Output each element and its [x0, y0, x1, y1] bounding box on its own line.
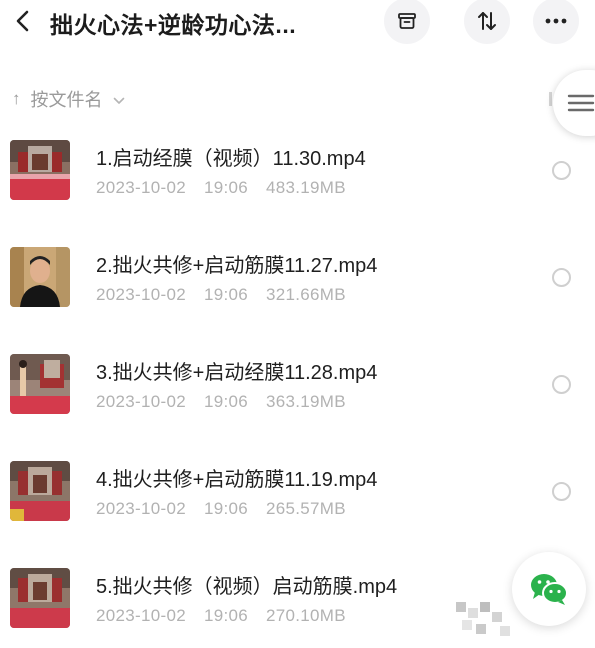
file-name: 5.拙火共修（视频）启动筋膜.mp4	[96, 576, 398, 598]
page-title: 拙火心法+逆龄功心法...	[50, 12, 297, 38]
select-radio[interactable]	[552, 268, 571, 287]
video-thumbnail	[10, 247, 70, 307]
file-time: 19:06	[203, 499, 249, 518]
scroll-indicator	[549, 92, 552, 106]
file-meta: 2023-10-02 19:06 321.66MB	[96, 285, 364, 305]
file-size: 321.66MB	[266, 285, 346, 304]
wechat-icon	[531, 574, 568, 605]
file-date: 2023-10-02	[96, 499, 186, 518]
chevron-down-icon	[113, 89, 125, 110]
more-dots-icon	[545, 18, 567, 24]
file-size: 265.57MB	[266, 499, 346, 518]
file-time: 19:06	[203, 392, 249, 411]
file-date: 2023-10-02	[96, 392, 186, 411]
sort-button[interactable]	[464, 0, 510, 44]
select-radio[interactable]	[552, 482, 571, 501]
file-name: 4.拙火共修+启动筋膜11.19.mp4	[96, 469, 378, 491]
more-button[interactable]	[533, 0, 579, 44]
file-date: 2023-10-02	[96, 285, 186, 304]
file-size: 363.19MB	[266, 392, 346, 411]
chevron-left-icon	[16, 10, 29, 32]
sort-label: 按文件名	[30, 90, 103, 110]
file-time: 19:06	[203, 285, 249, 304]
file-meta: 2023-10-02 19:06 483.19MB	[96, 178, 364, 198]
list-item[interactable]: 3.拙火共修+启动经膜11.28.mp4 2023-10-02 19:06 363.…	[0, 354, 595, 434]
file-meta: 2023-10-02 19:06 270.10MB	[96, 606, 364, 626]
file-meta: 2023-10-02 19:06 265.57MB	[96, 499, 364, 519]
file-time: 19:06	[203, 606, 249, 625]
side-menu-button[interactable]	[553, 70, 595, 136]
blurred-watermark	[456, 598, 516, 638]
list-item[interactable]: 1.启动经膜（视频）11.30.mp4 2023-10-02 19:06 483.1…	[0, 140, 595, 220]
archive-button[interactable]	[384, 0, 430, 44]
top-bar: 拙火心法+逆龄功心法...	[0, 0, 595, 46]
wechat-share-button[interactable]	[512, 552, 586, 626]
file-size: 270.10MB	[266, 606, 346, 625]
file-name: 2.拙火共修+启动筋膜11.27.mp4	[96, 255, 378, 277]
video-thumbnail	[10, 354, 70, 414]
select-radio[interactable]	[552, 161, 571, 180]
video-thumbnail	[10, 568, 70, 628]
file-time: 19:06	[203, 178, 249, 197]
file-name: 3.拙火共修+启动经膜11.28.mp4	[96, 362, 378, 384]
file-date: 2023-10-02	[96, 606, 186, 625]
file-size: 483.19MB	[266, 178, 346, 197]
file-name: 1.启动经膜（视频）11.30.mp4	[96, 148, 366, 170]
back-button[interactable]	[8, 4, 38, 38]
list-item[interactable]: 2.拙火共修+启动筋膜11.27.mp4 2023-10-02 19:06 321.…	[0, 247, 595, 327]
video-thumbnail	[10, 140, 70, 200]
file-meta: 2023-10-02 19:06 363.19MB	[96, 392, 364, 412]
list-item[interactable]: 4.拙火共修+启动筋膜11.19.mp4 2023-10-02 19:06 265.…	[0, 461, 595, 541]
archive-box-icon	[398, 13, 416, 29]
arrow-up-icon: ↑	[12, 89, 21, 108]
select-radio[interactable]	[552, 375, 571, 394]
sort-arrows-icon	[478, 12, 496, 30]
sort-by-name-toggle[interactable]: ↑ 按文件名	[12, 86, 125, 112]
video-thumbnail	[10, 461, 70, 521]
file-date: 2023-10-02	[96, 178, 186, 197]
hamburger-icon	[567, 94, 595, 112]
